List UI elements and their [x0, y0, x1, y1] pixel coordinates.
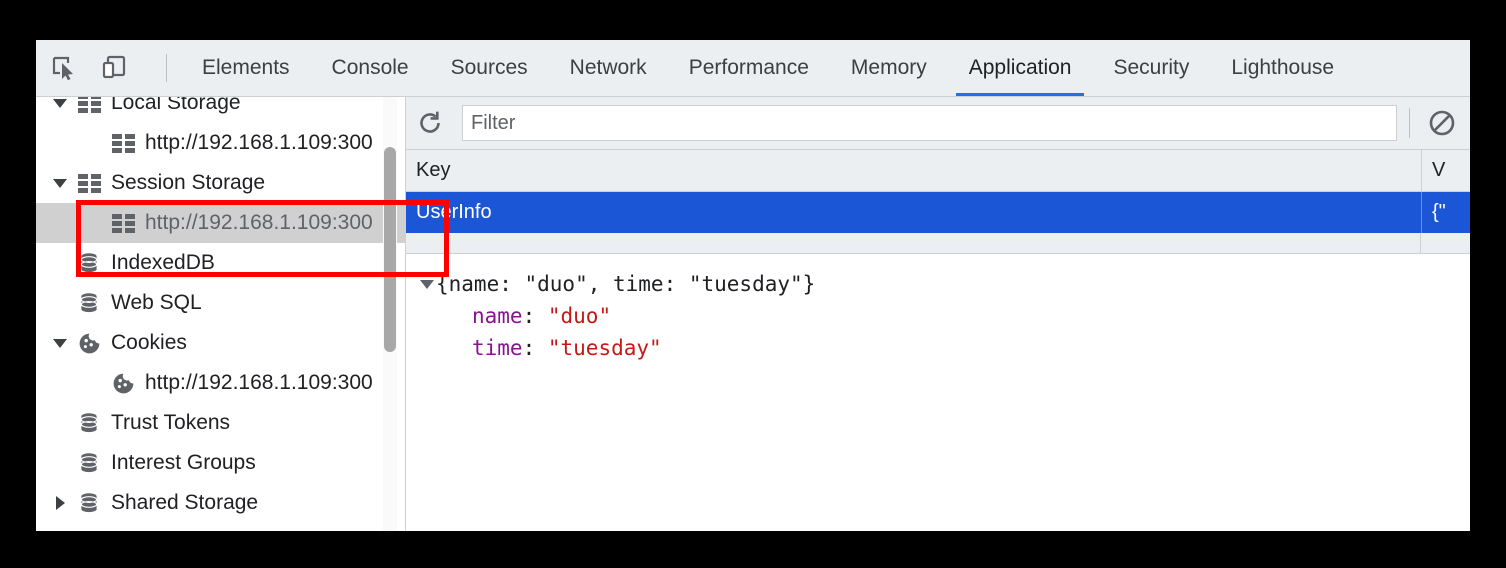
database-icon [76, 252, 102, 274]
screenshot-root: Elements Console Sources Network Perform… [0, 0, 1506, 568]
tab-console[interactable]: Console [311, 40, 430, 96]
storage-filter-toolbar [406, 97, 1470, 150]
sidebar-item-label: Trust Tokens [111, 411, 231, 434]
devtools-window: Elements Console Sources Network Perform… [36, 40, 1470, 531]
sidebar-item-label: http://192.168.1.109:300 [145, 131, 373, 154]
preview-root-line[interactable]: {name: "duo", time: "tuesday"} [418, 268, 1470, 300]
database-icon [76, 452, 102, 474]
inspect-element-icon[interactable] [48, 52, 80, 84]
column-header-key[interactable]: Key [406, 150, 1421, 191]
sidebar-item-label: http://192.168.1.109:300 [145, 211, 373, 234]
database-icon [76, 412, 102, 434]
preview-entry-key: time [472, 336, 523, 360]
tab-lighthouse[interactable]: Lighthouse [1210, 40, 1355, 96]
clear-all-icon[interactable] [1414, 97, 1470, 149]
storage-main-pane: Key V UserInfo {" {name: "d [406, 97, 1470, 531]
preview-entry-key: name [472, 304, 523, 328]
preview-entry-time: time: "tuesday" [472, 336, 662, 360]
tab-network[interactable]: Network [549, 40, 668, 96]
table-cell-value: {" [1421, 192, 1470, 233]
storage-grid-icon [76, 97, 102, 114]
filter-input[interactable] [462, 105, 1397, 141]
sidebar-item-label: IndexedDB [111, 251, 215, 274]
table-row[interactable]: UserInfo {" [406, 192, 1470, 233]
sidebar-scrollbar-thumb[interactable] [384, 147, 396, 352]
chevron-down-icon[interactable] [50, 178, 70, 188]
sidebar-item-http-192-168-1-109-300[interactable]: http://192.168.1.109:300 [36, 363, 405, 403]
sidebar-item-indexeddb[interactable]: IndexedDB [36, 243, 405, 283]
sidebar-item-shared-storage[interactable]: Shared Storage [36, 483, 405, 523]
sidebar-item-label: Local Storage [111, 97, 241, 114]
storage-tree: Local Storage http://192.168.1.109:300 Ses… [36, 97, 405, 523]
tab-sources[interactable]: Sources [430, 40, 549, 96]
application-sidebar: Local Storage http://192.168.1.109:300 Ses… [36, 97, 406, 531]
tab-memory[interactable]: Memory [830, 40, 948, 96]
toolbar-divider [166, 54, 167, 82]
refresh-icon[interactable] [406, 97, 454, 149]
preview-expand-triangle-icon[interactable] [418, 268, 436, 300]
filterbar-divider [1409, 108, 1410, 138]
cookie-icon [110, 372, 136, 394]
value-preview-panel: {name: "duo", time: "tuesday"} name: "du… [406, 254, 1470, 531]
cookie-icon [76, 332, 102, 354]
sidebar-item-cookies[interactable]: Cookies [36, 323, 405, 363]
sidebar-item-label: http://192.168.1.109:300 [145, 371, 373, 394]
sidebar-item-label: Web SQL [111, 291, 202, 314]
table-cell-key: UserInfo [416, 201, 492, 223]
storage-grid-icon [76, 172, 102, 194]
devtools-panes: Local Storage http://192.168.1.109:300 Ses… [36, 97, 1470, 531]
sidebar-item-session-storage[interactable]: Session Storage [36, 163, 405, 203]
database-icon [76, 292, 102, 314]
sidebar-item-interest-groups[interactable]: Interest Groups [36, 443, 405, 483]
tab-elements[interactable]: Elements [181, 40, 311, 96]
storage-grid-icon [110, 212, 136, 234]
device-toolbar-icon[interactable] [98, 52, 130, 84]
tab-application[interactable]: Application [948, 40, 1093, 96]
tab-performance[interactable]: Performance [668, 40, 830, 96]
tab-security[interactable]: Security [1092, 40, 1210, 96]
chevron-down-icon[interactable] [50, 338, 70, 348]
preview-summary: {name: "duo", time: "tuesday"} [436, 272, 816, 296]
sidebar-item-label: Cookies [111, 331, 187, 354]
database-icon [76, 492, 102, 514]
sidebar-item-trust-tokens[interactable]: Trust Tokens [36, 403, 405, 443]
sidebar-item-http-192-168-1-109-300[interactable]: http://192.168.1.109:300 [36, 123, 405, 163]
devtools-tabbar: Elements Console Sources Network Perform… [36, 40, 1470, 97]
sidebar-item-http-192-168-1-109-300[interactable]: http://192.168.1.109:300 [36, 203, 405, 243]
preview-entry-value: "tuesday" [547, 336, 662, 360]
preview-entry-name: name: "duo" [472, 304, 612, 328]
preview-entry-value: "duo" [547, 304, 612, 328]
sidebar-item-label: Interest Groups [111, 451, 256, 474]
devtools-tool-icons [36, 52, 167, 84]
storage-grid-icon [110, 132, 136, 154]
chevron-down-icon[interactable] [50, 98, 70, 108]
chevron-right-icon[interactable] [50, 496, 70, 510]
sidebar-item-label: Shared Storage [111, 491, 259, 514]
storage-table-header: Key V [406, 150, 1470, 192]
column-header-value[interactable]: V [1421, 150, 1470, 191]
sidebar-item-label: Session Storage [111, 171, 266, 194]
sidebar-item-local-storage[interactable]: Local Storage [36, 97, 405, 123]
sidebar-item-web-sql[interactable]: Web SQL [36, 283, 405, 323]
table-empty-filler [406, 233, 1470, 254]
devtools-tabs: Elements Console Sources Network Perform… [181, 40, 1355, 96]
